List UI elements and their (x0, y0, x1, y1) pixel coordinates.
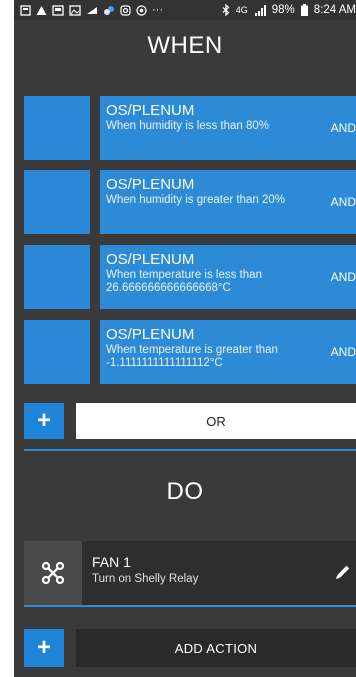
condition-row[interactable]: OS/PLENUM When humidity is less than 80%… (24, 96, 356, 160)
condition-description: When temperature is less than 26.6666666… (106, 269, 262, 294)
more-icon: ··· (152, 4, 163, 16)
condition-row[interactable]: OS/PLENUM When temperature is greater th… (24, 320, 356, 384)
gallery-icon (52, 4, 64, 16)
condition-description: When temperature is greater than -1.1111… (106, 344, 278, 369)
add-action-button[interactable]: ADD ACTION (76, 629, 356, 667)
condition-body[interactable]: OS/PLENUM When temperature is less than … (100, 245, 356, 309)
action-icon-tile[interactable] (24, 541, 82, 605)
do-title: DO (166, 478, 204, 505)
condition-body[interactable]: OS/PLENUM When humidity is less than 80%… (100, 96, 356, 160)
condition-icon-tile[interactable] (24, 320, 100, 384)
action-title: FAN 1 (92, 554, 131, 570)
photo-icon (69, 4, 81, 16)
add-action-plus-button[interactable]: + (24, 629, 64, 667)
or-row: + OR (24, 403, 356, 439)
or-button[interactable]: OR (76, 403, 356, 439)
when-divider (24, 449, 356, 451)
chrome-icon (136, 4, 147, 16)
and-button[interactable]: AND (331, 121, 356, 135)
condition-icon-tile[interactable] (24, 96, 100, 160)
when-title: WHEN (147, 32, 223, 59)
battery-percent: 98% (271, 4, 295, 16)
status-left-icons: ··· (20, 4, 163, 16)
instagram-icon (120, 4, 131, 16)
bluetooth-icon (222, 4, 230, 16)
condition-body[interactable]: OS/PLENUM When temperature is greater th… (100, 320, 356, 384)
condition-row[interactable]: OS/PLENUM When humidity is greater than … (24, 170, 356, 234)
and-button[interactable]: AND (331, 345, 356, 359)
pencil-icon[interactable] (334, 563, 352, 581)
app-frame: ··· 4G 98% 8:24 AM WHEN OS/PLENUM When h… (14, 0, 356, 677)
condition-description: When humidity is less than 80% (106, 120, 269, 132)
condition-icon-tile[interactable] (24, 245, 100, 309)
status-right: 4G 98% 8:24 AM (222, 4, 356, 16)
condition-title: OS/PLENUM (106, 176, 195, 193)
status-bar: ··· 4G 98% 8:24 AM (14, 0, 356, 20)
condition-title: OS/PLENUM (106, 102, 195, 119)
action-row[interactable]: FAN 1 Turn on Shelly Relay (24, 541, 356, 605)
add-action-row: + ADD ACTION (24, 629, 356, 667)
and-button[interactable]: AND (331, 270, 356, 284)
weather-icon (104, 5, 114, 15)
condition-body[interactable]: OS/PLENUM When humidity is greater than … (100, 170, 356, 234)
action-description: Turn on Shelly Relay (92, 573, 199, 585)
network-icon: 4G (235, 5, 248, 15)
clock: 8:24 AM (313, 4, 356, 16)
condition-description: When humidity is greater than 20% (106, 194, 285, 206)
do-divider (24, 605, 356, 607)
condition-title: OS/PLENUM (106, 326, 195, 343)
add-condition-button[interactable]: + (24, 403, 64, 439)
signal-bars-icon (254, 4, 266, 16)
signal-icon (87, 7, 97, 14)
condition-icon-tile[interactable] (24, 170, 100, 234)
condition-title: OS/PLENUM (106, 251, 195, 268)
warning-icon (36, 5, 47, 15)
condition-row[interactable]: OS/PLENUM When temperature is less than … (24, 245, 356, 309)
fan-icon (41, 561, 65, 585)
and-button[interactable]: AND (331, 195, 356, 209)
action-body[interactable]: FAN 1 Turn on Shelly Relay (82, 541, 356, 605)
battery-icon (300, 4, 308, 16)
cast-icon (20, 4, 31, 16)
